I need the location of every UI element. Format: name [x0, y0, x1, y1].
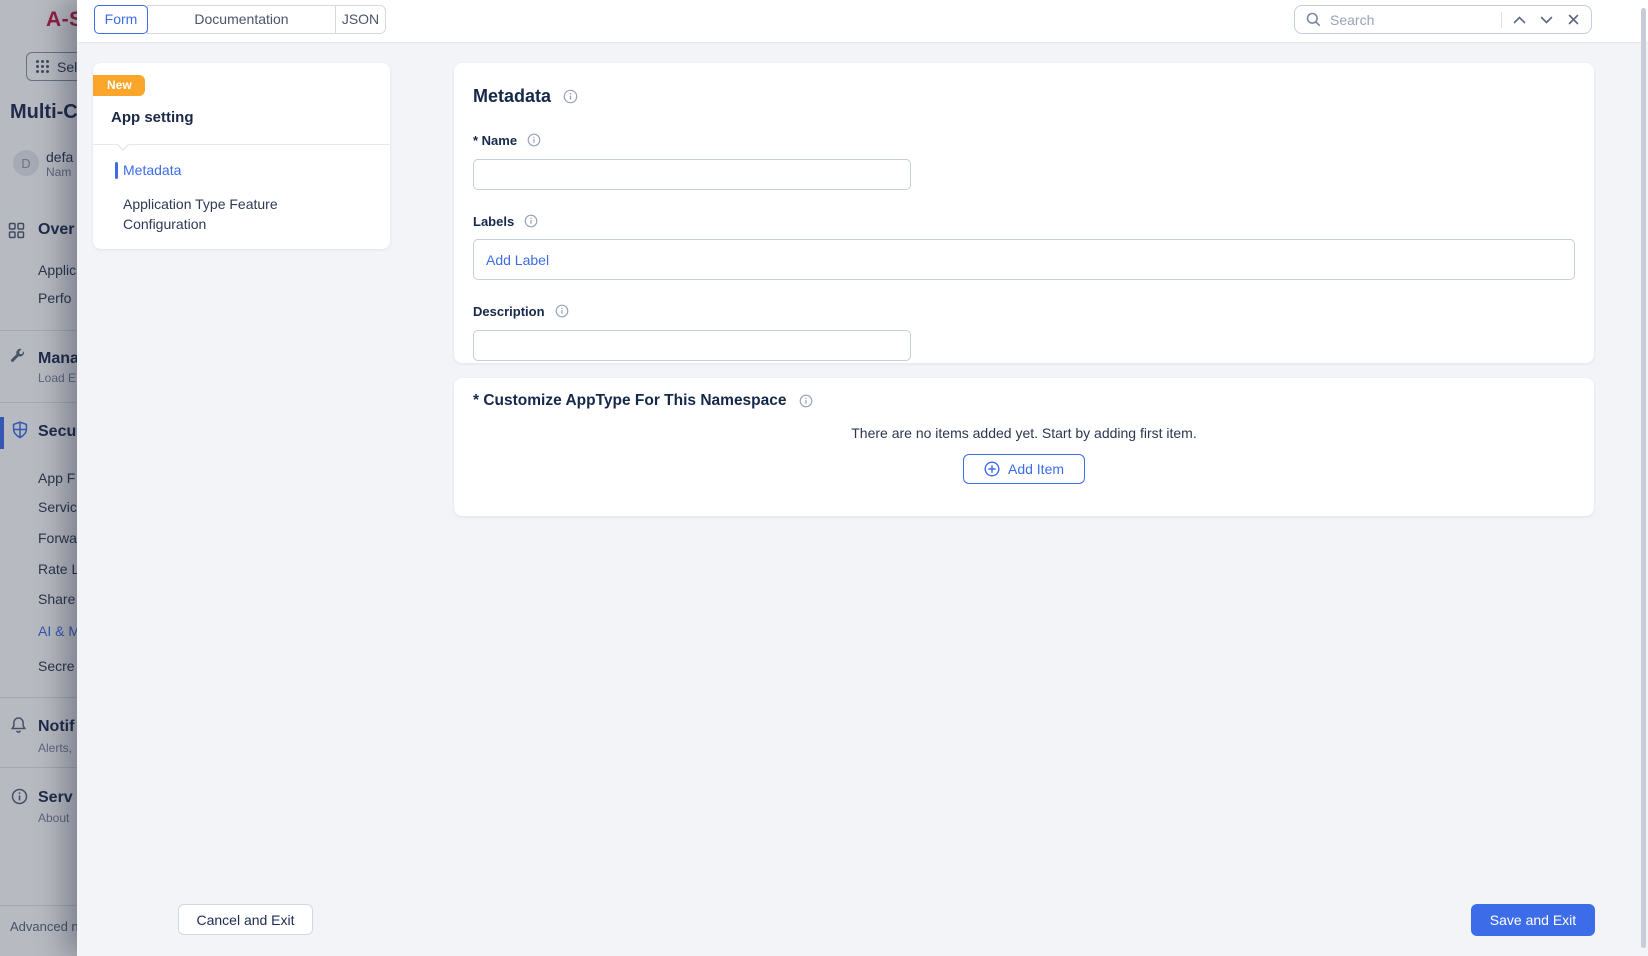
description-field-label: Description [473, 301, 1575, 321]
add-item-label: Add Item [1008, 461, 1064, 477]
chevron-down-icon[interactable] [1536, 10, 1556, 30]
info-icon[interactable] [552, 301, 572, 321]
info-icon[interactable] [524, 130, 544, 150]
panel-title: App setting [111, 109, 390, 126]
drawer-content: New App setting Metadata Application Typ… [77, 43, 1648, 956]
divider [1501, 12, 1502, 28]
tab-documentation[interactable]: Documentation [147, 5, 336, 34]
empty-state-text: There are no items added yet. Start by a… [473, 425, 1575, 441]
info-icon[interactable] [560, 87, 580, 107]
labels-label-text: Labels [473, 214, 514, 229]
search-bar [1294, 5, 1592, 34]
step-apptype-feature-configuration[interactable]: Application Type Feature Configuration [93, 191, 329, 237]
info-icon[interactable] [521, 211, 541, 231]
customize-apptype-title-text: * Customize AppType For This Namespace [473, 392, 787, 410]
step-nav: Metadata Application Type Feature Config… [93, 145, 390, 237]
save-and-exit-button[interactable]: Save and Exit [1471, 904, 1595, 936]
cancel-and-exit-button[interactable]: Cancel and Exit [178, 904, 313, 935]
view-mode-tabs: Form Documentation JSON [94, 5, 386, 34]
search-input[interactable] [1328, 11, 1494, 29]
search-icon [1305, 10, 1321, 30]
add-item-button[interactable]: Add Item [963, 454, 1085, 484]
tab-json[interactable]: JSON [335, 5, 386, 34]
step-metadata[interactable]: Metadata [93, 157, 390, 183]
tab-form[interactable]: Form [94, 5, 148, 34]
add-label-button[interactable]: Add Label [486, 252, 549, 268]
description-input[interactable] [473, 330, 911, 361]
new-badge: New [93, 75, 145, 96]
labels-container: Add Label [473, 239, 1575, 280]
app-setting-drawer: Form Documentation JSON [77, 0, 1648, 956]
info-icon[interactable] [796, 391, 816, 411]
collapse-notch-icon [117, 145, 129, 151]
plus-circle-icon [984, 461, 1000, 477]
name-input[interactable] [473, 159, 911, 190]
close-icon[interactable] [1563, 10, 1583, 30]
chevron-up-icon[interactable] [1509, 10, 1529, 30]
customize-apptype-card: * Customize AppType For This Namespace T… [454, 378, 1594, 516]
metadata-card: Metadata * Name Labels Add Label [454, 63, 1594, 363]
vertical-scrollbar[interactable] [1641, 8, 1646, 948]
customize-apptype-title: * Customize AppType For This Namespace [473, 391, 1575, 411]
modal-scrim[interactable] [0, 0, 77, 956]
name-label-text: * Name [473, 133, 517, 148]
add-item-row: Add Item [473, 454, 1575, 484]
description-label-text: Description [473, 304, 545, 319]
metadata-card-title: Metadata [473, 86, 1575, 107]
steps-panel: New App setting Metadata Application Typ… [93, 63, 390, 249]
divider [93, 144, 390, 145]
metadata-card-title-text: Metadata [473, 86, 551, 107]
name-field-label: * Name [473, 130, 1575, 150]
drawer-topbar: Form Documentation JSON [77, 0, 1648, 43]
labels-field-label: Labels [473, 211, 1575, 231]
